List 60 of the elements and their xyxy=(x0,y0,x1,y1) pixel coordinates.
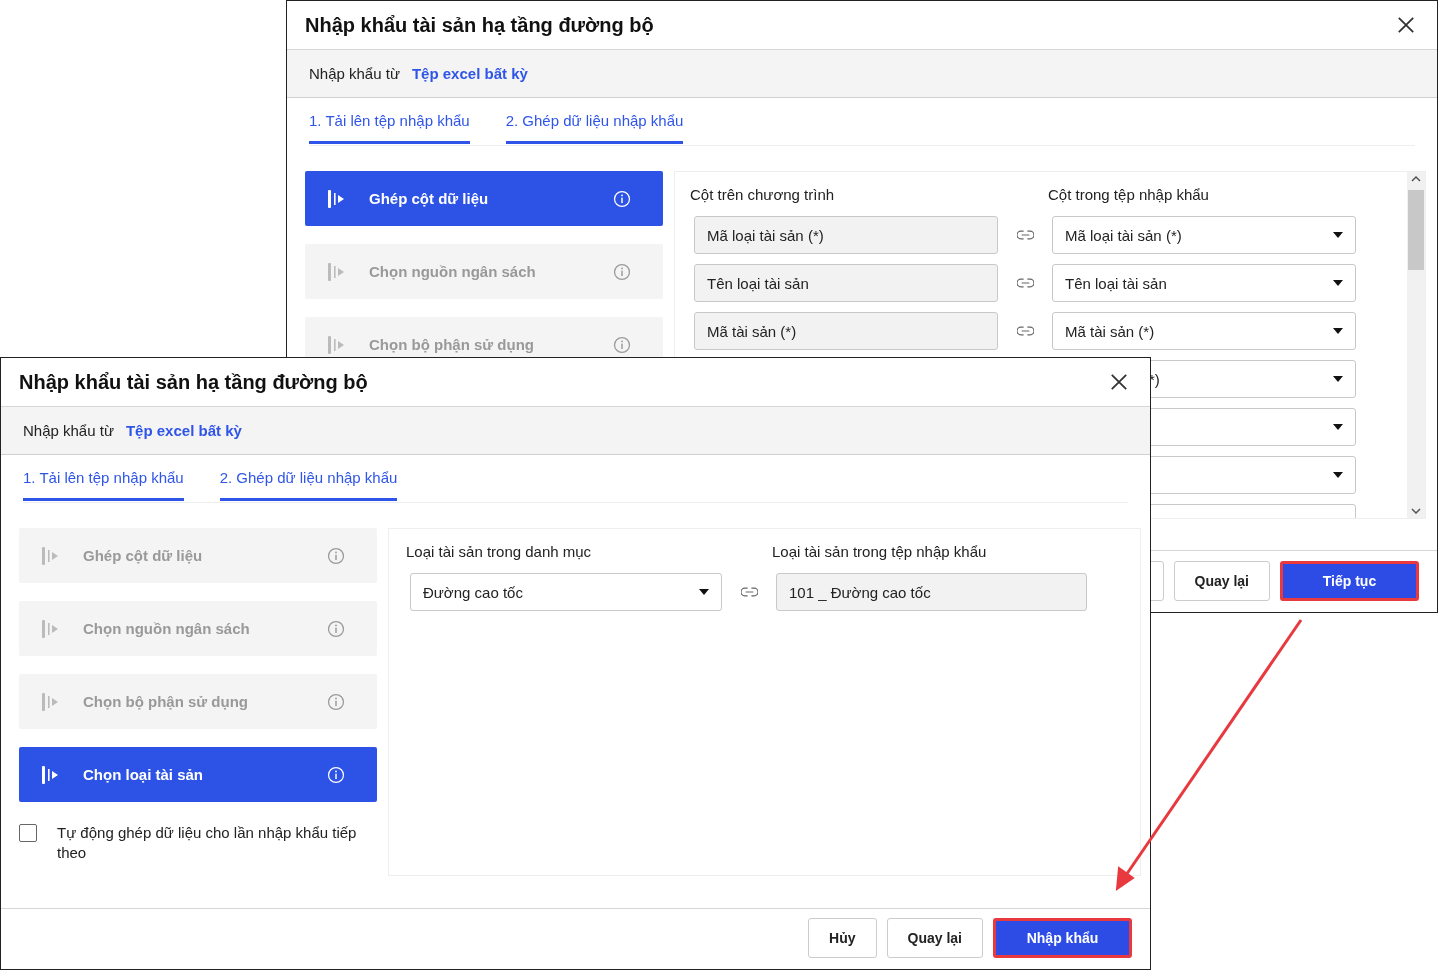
caret-icon xyxy=(1333,472,1343,478)
secondary-button[interactable]: Quay lại xyxy=(886,918,983,958)
caret-icon xyxy=(699,589,709,595)
step-label: Ghép cột dữ liệu xyxy=(369,190,490,207)
step-tab[interactable]: 2. Ghép dữ liệu nhập khẩu xyxy=(505,111,684,144)
dropdown-field[interactable]: Mã tài sản (*) xyxy=(1052,312,1356,350)
secondary-button[interactable]: Hủy xyxy=(808,918,877,958)
readonly-field: Mã loại tài sản (*) xyxy=(694,216,998,254)
dialog-title: Nhập khẩu tài sản hạ tầng đường bộ xyxy=(19,370,368,394)
scrollbar[interactable] xyxy=(1407,172,1425,518)
link-icon xyxy=(1016,326,1034,336)
checkbox-label: Tự động ghép dữ liệu cho lần nhập khẩu tiếp theo xyxy=(57,823,358,863)
source-link[interactable]: Tệp excel bất kỳ xyxy=(125,422,242,439)
source-link[interactable]: Tệp excel bất kỳ xyxy=(411,65,528,82)
readonly-field: Mã tài sản (*) xyxy=(694,312,998,350)
caret-icon xyxy=(1333,328,1343,334)
step-label: Chọn nguồn ngân sách xyxy=(369,263,537,280)
scroll-thumb[interactable] xyxy=(1408,190,1424,270)
primary-button[interactable]: Nhập khẩu xyxy=(993,918,1132,958)
close-icon[interactable] xyxy=(1397,16,1415,34)
info-icon[interactable] xyxy=(327,692,345,711)
checkbox[interactable] xyxy=(19,824,37,842)
column-header: Cột trong tệp nhập khẩu xyxy=(1048,186,1210,205)
dropdown-field[interactable]: Đường cao tốc xyxy=(410,573,722,611)
column-header: Loại tài sản trong danh mục xyxy=(406,543,593,562)
step-label: Chọn nguồn ngân sách xyxy=(83,620,251,637)
caret-icon xyxy=(1333,424,1343,430)
info-icon[interactable] xyxy=(327,619,345,638)
scroll-up-icon[interactable] xyxy=(1411,176,1421,182)
step-tab[interactable]: 2. Ghép dữ liệu nhập khẩu xyxy=(219,468,398,501)
link-icon xyxy=(740,587,758,597)
step-label: Chọn loại tài sản xyxy=(83,766,204,783)
dialog-title: Nhập khẩu tài sản hạ tầng đường bộ xyxy=(305,13,654,37)
link-icon xyxy=(1016,230,1034,240)
column-header: Loại tài sản trong tệp nhập khẩu xyxy=(772,543,988,562)
dropdown-field[interactable]: Tên loại tài sản xyxy=(1052,264,1356,302)
primary-button[interactable]: Tiếp tục xyxy=(1280,560,1419,601)
info-icon[interactable] xyxy=(613,262,631,281)
caret-icon xyxy=(1333,232,1343,238)
close-icon[interactable] xyxy=(1110,373,1128,391)
step-label: Chọn bộ phận sử dụng xyxy=(83,693,249,710)
secondary-button[interactable]: Quay lại xyxy=(1173,560,1270,601)
step-label: Ghép cột dữ liệu xyxy=(83,547,204,564)
readonly-field: Tên loại tài sản xyxy=(694,264,998,302)
info-icon[interactable] xyxy=(613,335,631,354)
scroll-down-icon[interactable] xyxy=(1411,508,1421,514)
step-item[interactable]: Chọn loại tài sản xyxy=(19,747,377,802)
info-icon[interactable] xyxy=(327,546,345,565)
column-header: Cột trên chương trình xyxy=(690,186,836,205)
step-tab[interactable]: 1. Tải lên tệp nhập khẩu xyxy=(23,468,184,501)
step-tab[interactable]: 1. Tải lên tệp nhập khẩu xyxy=(309,111,470,144)
link-icon xyxy=(1016,278,1034,288)
step-item[interactable]: Ghép cột dữ liệu xyxy=(305,171,663,226)
readonly-field: 101 _ Đường cao tốc xyxy=(776,573,1087,611)
step-label: Chọn bộ phận sử dụng xyxy=(369,336,535,353)
caret-icon xyxy=(1333,280,1343,286)
caret-icon xyxy=(1333,376,1343,382)
dropdown-field[interactable]: Mã loại tài sản (*) xyxy=(1052,216,1356,254)
source-label: Nhập khẩu từ xyxy=(309,65,400,82)
source-label: Nhập khẩu từ xyxy=(23,422,114,439)
